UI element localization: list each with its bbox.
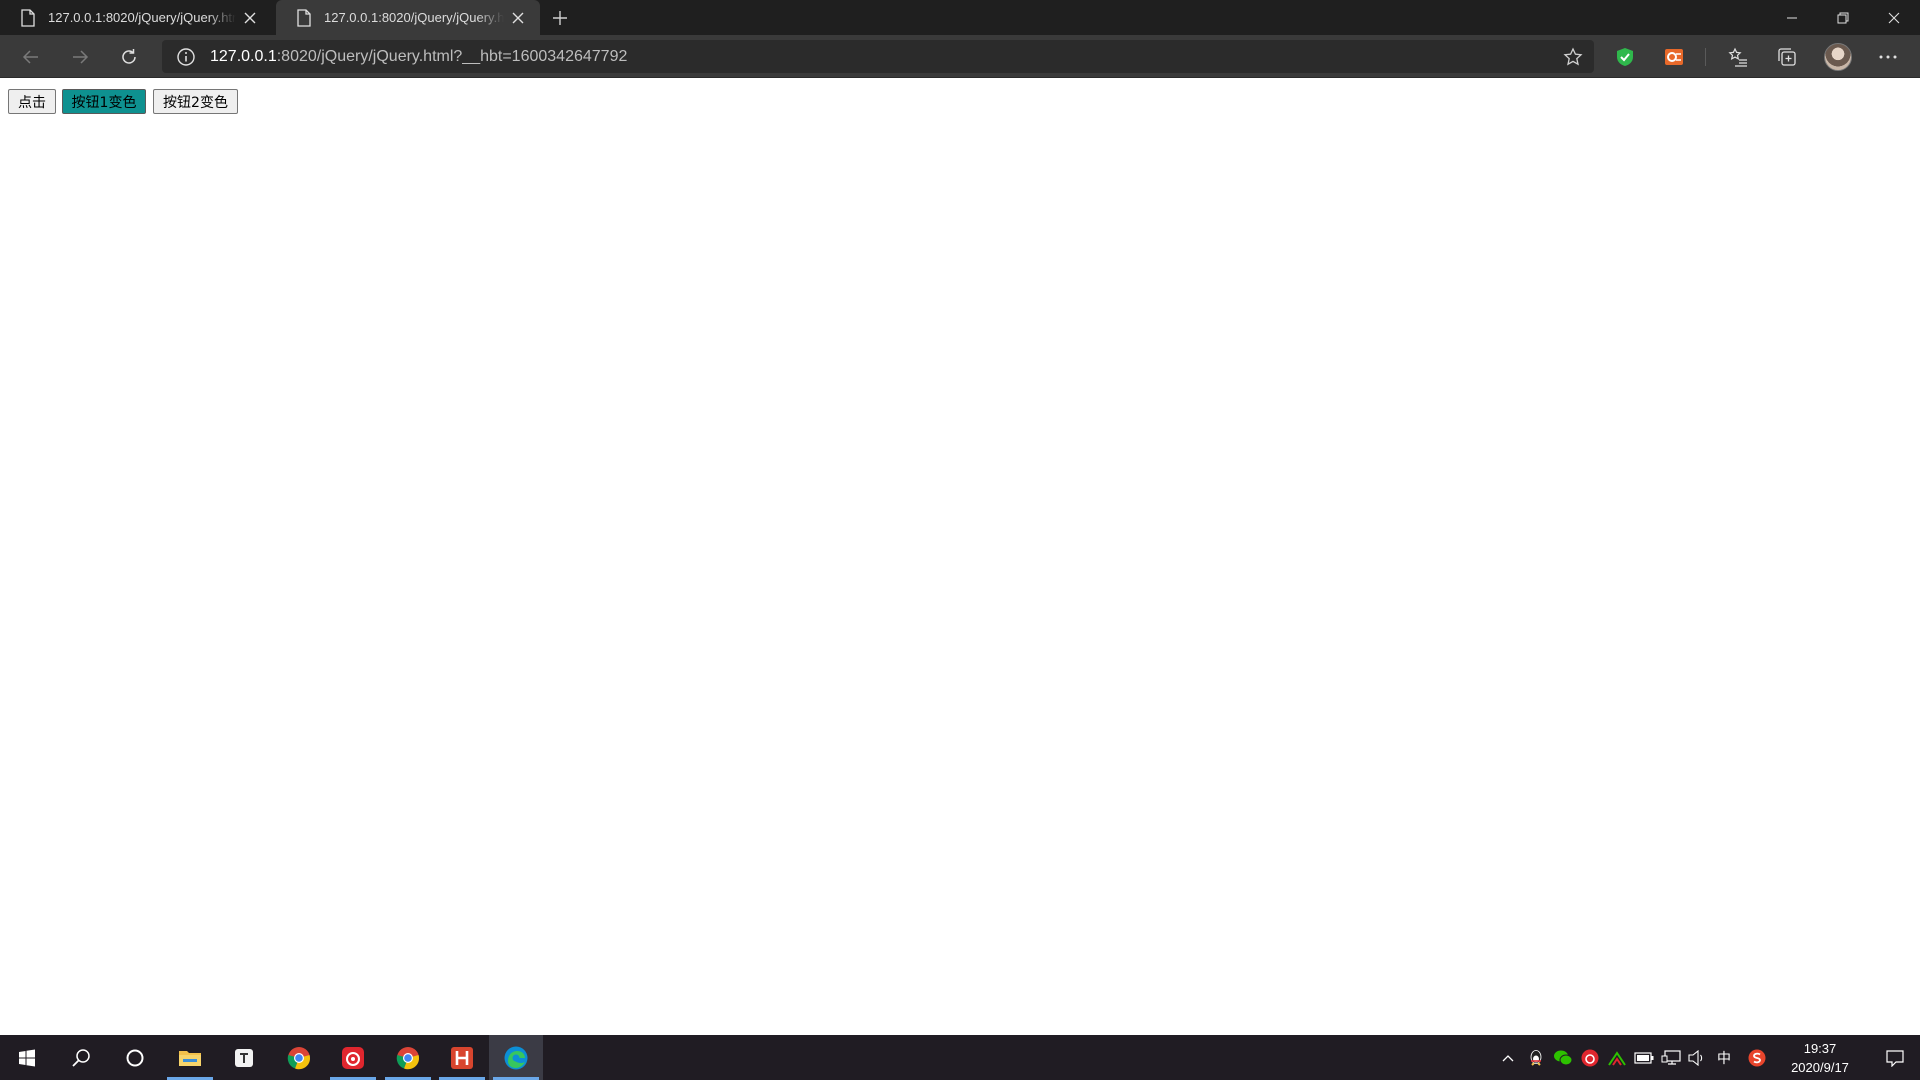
hbuilder-button[interactable] xyxy=(435,1035,489,1080)
netease-music-icon xyxy=(342,1046,364,1069)
qq-tray-button[interactable] xyxy=(1523,1035,1549,1080)
page-icon xyxy=(21,8,35,27)
refresh-button[interactable] xyxy=(112,41,146,73)
cortana-button[interactable] xyxy=(108,1035,162,1080)
settings-more-button[interactable] xyxy=(1871,41,1905,73)
windows-taskbar: 中 19:37 2020/9/17 xyxy=(0,1035,1920,1080)
restore-button[interactable] xyxy=(1818,0,1868,35)
wechat-tray-button[interactable] xyxy=(1550,1035,1576,1080)
info-icon[interactable] xyxy=(176,47,196,67)
tab-1[interactable]: 127.0.0.1:8020/jQuery/jQuery.html?__hbt=… xyxy=(0,0,272,35)
network-icon xyxy=(1661,1049,1681,1065)
cortana-icon xyxy=(126,1049,144,1066)
sogou-ime-button[interactable] xyxy=(1744,1035,1770,1080)
tab-title: 127.0.0.1:8020/jQuery/jQuery.html?__hbt=… xyxy=(324,10,504,25)
battery-button[interactable] xyxy=(1631,1035,1657,1080)
search-icon xyxy=(72,1048,90,1067)
start-button[interactable] xyxy=(0,1035,54,1080)
forward-arrow-icon xyxy=(73,50,89,64)
tab-strip: 127.0.0.1:8020/jQuery/jQuery.html?__hbt=… xyxy=(0,0,1920,35)
file-explorer-button[interactable] xyxy=(163,1035,217,1080)
file-explorer-icon xyxy=(179,1050,201,1066)
favorite-star-icon[interactable] xyxy=(1560,44,1586,70)
app-tray-icon xyxy=(1608,1050,1626,1066)
app-tray-button[interactable] xyxy=(1604,1035,1630,1080)
search-button[interactable] xyxy=(54,1035,108,1080)
chrome-icon xyxy=(396,1046,419,1069)
clock-time: 19:37 xyxy=(1803,1041,1837,1056)
plus-icon xyxy=(553,11,567,25)
typora-icon xyxy=(235,1048,253,1067)
action-center-button[interactable] xyxy=(1870,1035,1920,1080)
url-path: :8020/jQuery/jQuery.html?__hbt=160034264… xyxy=(276,47,628,65)
clock[interactable]: 19:37 2020/9/17 xyxy=(1775,1039,1865,1077)
sogou-icon xyxy=(1748,1049,1766,1066)
url-host: 127.0.0.1 xyxy=(210,47,277,65)
chrome-button[interactable] xyxy=(272,1035,326,1080)
address-url: 127.0.0.1:8020/jQuery/jQuery.html?__hbt=… xyxy=(210,48,627,66)
favorites-button[interactable] xyxy=(1721,41,1755,73)
restore-icon xyxy=(1837,12,1849,23)
netease-music-button[interactable] xyxy=(326,1035,380,1080)
ime-indicator[interactable]: 中 xyxy=(1711,1035,1737,1080)
new-tab-button[interactable] xyxy=(546,4,574,32)
toolbar-separator xyxy=(1705,48,1706,66)
chrome-icon xyxy=(287,1046,310,1069)
tab-2[interactable]: 127.0.0.1:8020/jQuery/jQuery.html?__hbt=… xyxy=(276,0,540,35)
favorites-list-icon xyxy=(1728,47,1747,67)
wechat-icon xyxy=(1554,1050,1573,1065)
close-window-button[interactable] xyxy=(1869,0,1919,35)
netease-tray-button[interactable] xyxy=(1577,1035,1603,1080)
address-bar[interactable]: 127.0.0.1:8020/jQuery/jQuery.html?__hbt=… xyxy=(162,40,1594,73)
hbuilder-icon xyxy=(451,1046,473,1069)
close-icon xyxy=(1888,12,1900,23)
typora-button[interactable] xyxy=(217,1035,271,1080)
button1-change-color[interactable]: 按钮1变色 xyxy=(62,89,146,114)
battery-icon xyxy=(1634,1051,1654,1064)
notification-icon xyxy=(1886,1049,1904,1067)
shield-check-icon xyxy=(1617,48,1633,66)
clock-date: 2020/9/17 xyxy=(1791,1060,1849,1075)
tab-title: 127.0.0.1:8020/jQuery/jQuery.html?__hbt=… xyxy=(48,10,236,25)
refresh-icon xyxy=(122,49,136,64)
edge-button[interactable] xyxy=(489,1035,543,1080)
show-hidden-icons-button[interactable] xyxy=(1495,1035,1521,1080)
page-icon xyxy=(297,8,311,27)
chrome-button-2[interactable] xyxy=(381,1035,435,1080)
close-tab-icon[interactable] xyxy=(504,4,532,32)
close-tab-icon[interactable] xyxy=(236,4,264,32)
back-button[interactable] xyxy=(14,41,48,73)
office-icon xyxy=(1665,49,1683,65)
volume-button[interactable] xyxy=(1684,1035,1710,1080)
minimize-button[interactable] xyxy=(1767,0,1817,35)
adblock-extension-button[interactable] xyxy=(1608,41,1642,73)
network-button[interactable] xyxy=(1658,1035,1684,1080)
click-button[interactable]: 点击 xyxy=(8,89,56,114)
minimize-icon xyxy=(1787,17,1797,18)
profile-avatar[interactable] xyxy=(1824,43,1852,71)
forward-button[interactable] xyxy=(63,41,97,73)
browser-toolbar: 127.0.0.1:8020/jQuery/jQuery.html?__hbt=… xyxy=(0,35,1920,78)
speaker-icon xyxy=(1688,1049,1703,1066)
office-extension-button[interactable] xyxy=(1657,41,1691,73)
qq-penguin-icon xyxy=(1530,1049,1542,1066)
edge-icon xyxy=(504,1046,528,1069)
more-dots-icon xyxy=(1879,55,1897,59)
back-arrow-icon xyxy=(22,50,38,64)
netease-music-icon xyxy=(1581,1049,1599,1066)
web-page: 点击 按钮1变色 按钮2变色 xyxy=(0,79,1920,1035)
collections-button[interactable] xyxy=(1770,41,1804,73)
chevron-up-icon xyxy=(1502,1054,1514,1061)
collections-icon xyxy=(1778,48,1796,66)
windows-start-icon xyxy=(19,1049,35,1066)
button2-change-color[interactable]: 按钮2变色 xyxy=(153,89,238,114)
